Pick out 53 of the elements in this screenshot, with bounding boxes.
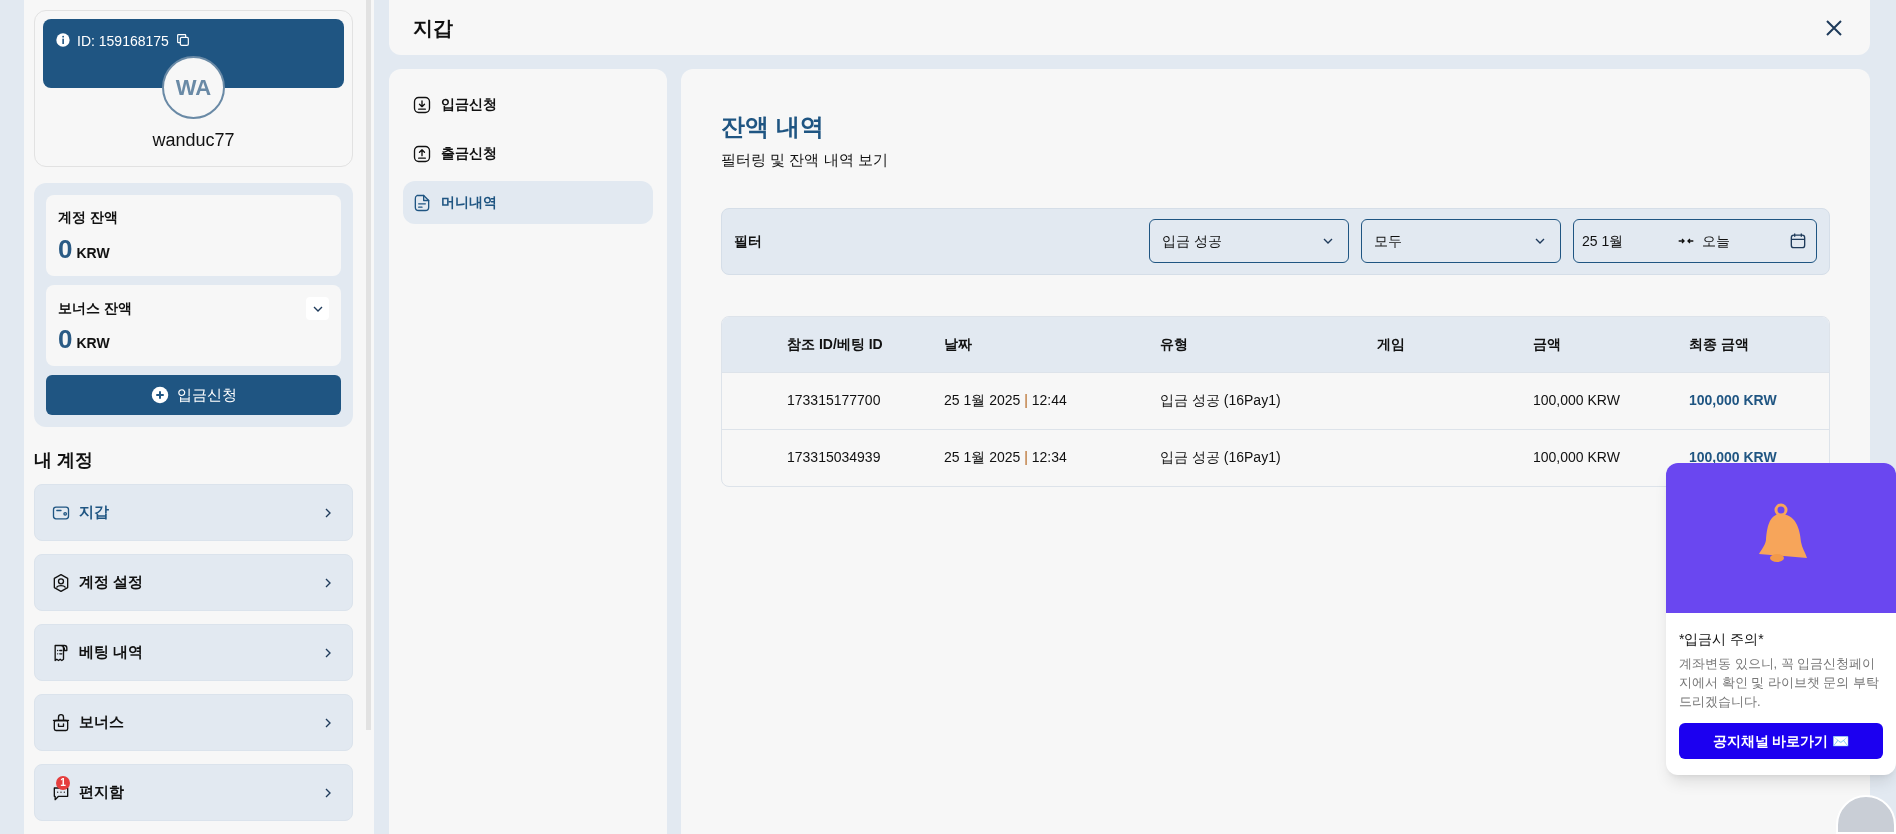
table-cell-text: 입금 성공 (16Pay1) xyxy=(1160,391,1282,410)
type-select[interactable]: 모두 xyxy=(1361,219,1561,263)
page-title: 지갑 xyxy=(413,15,453,41)
table-cell-text: 173315034939 xyxy=(787,448,882,467)
wallet-menu-item[interactable]: 입금신청 xyxy=(403,83,653,126)
table-cell-text: 100,000 KRW xyxy=(1689,448,1778,467)
table-cell-text: 입금 성공 (16Pay1) xyxy=(1160,448,1282,467)
balance-label: 보너스 잔액 xyxy=(58,299,132,318)
balance-amount: 0 xyxy=(58,326,73,352)
table-cell-text: 100,000 KRW xyxy=(1533,391,1621,410)
table-cell-text: 25 1월 2025 | 12:44 xyxy=(944,391,1068,410)
wallet-menu-label: 출금신청 xyxy=(441,144,497,163)
wallet-menu-label: 머니내역 xyxy=(441,193,497,212)
balance-currency: KRW xyxy=(76,244,110,263)
column-header: 유형 xyxy=(1160,334,1189,354)
menu-item[interactable]: 1 편지함 xyxy=(34,764,353,821)
menu-label: 계정 설정 xyxy=(79,572,145,593)
table-cell-text: 100,000 KRW xyxy=(1533,448,1621,467)
date-range-field[interactable]: 25 1월 오늘 xyxy=(1573,219,1817,263)
notification-badge: 1 xyxy=(56,775,70,790)
menu-item[interactable]: 계정 설정 xyxy=(34,554,353,611)
table-cell-text: 100,000 KRW xyxy=(1689,391,1778,410)
status-select[interactable]: 입금 성공 xyxy=(1149,219,1349,263)
filter-label: 필터 xyxy=(734,231,763,251)
wallet-menu-item[interactable]: 출금신청 xyxy=(403,132,653,175)
content-title: 잔액 내역 xyxy=(721,112,825,142)
menu-item[interactable]: 지갑 xyxy=(34,484,353,541)
column-header: 최종 금액 xyxy=(1689,334,1750,354)
notice-title: *입금시 주의* xyxy=(1679,630,1765,649)
notice-channel-button[interactable]: 공지채널 바로가기 ✉ xyxy=(1679,723,1883,759)
column-header: 금액 xyxy=(1533,334,1562,354)
table-cell-text: 173315177700 xyxy=(787,391,882,410)
menu-label: 지갑 xyxy=(79,502,110,523)
menu-label: 보너스 xyxy=(79,712,125,733)
menu-label: 편지함 xyxy=(79,782,125,803)
column-header: 참조 ID/베팅 ID xyxy=(787,334,884,354)
menu-label: 베팅 내역 xyxy=(79,642,145,663)
balance-label: 계정 잔액 xyxy=(58,208,118,227)
balance-currency: KRW xyxy=(76,334,110,353)
deposit-button[interactable]: 입금신청 xyxy=(46,375,341,415)
wallet-menu-item[interactable]: 머니내역 xyxy=(403,181,653,224)
username: wanduc77 xyxy=(152,129,235,152)
wallet-menu-label: 입금신청 xyxy=(441,95,497,114)
column-header: 날짜 xyxy=(944,334,973,354)
content-subtitle: 필터링 및 잔액 내역 보기 xyxy=(721,150,889,170)
balance-amount: 0 xyxy=(58,236,73,262)
menu-item[interactable]: 베팅 내역 xyxy=(34,624,353,681)
table-cell-text: 25 1월 2025 | 12:34 xyxy=(944,448,1068,467)
notice-text: 계좌변동 있으니, 꼭 입금신청페이지에서 확인 및 라이브챗 문의 부탁드리겠습니다. xyxy=(1679,655,1881,711)
column-header: 게임 xyxy=(1377,334,1406,354)
menu-item[interactable]: 보너스 xyxy=(34,694,353,751)
user-id: ID: 159168175 xyxy=(77,32,169,51)
section-title: 내 계정 xyxy=(34,449,94,472)
